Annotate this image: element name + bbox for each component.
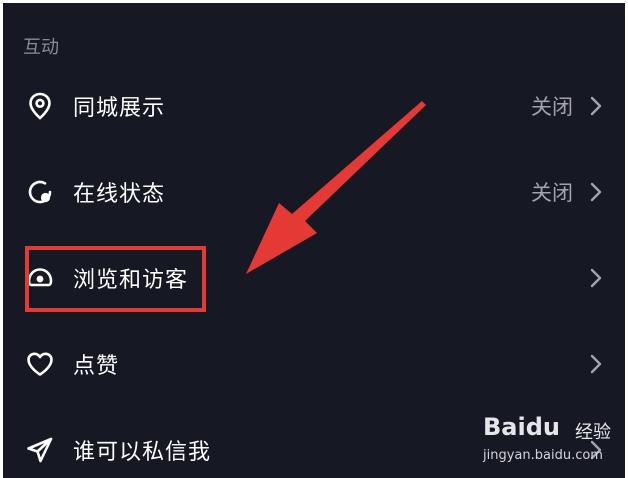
privacy-settings-panel: 互动 同城展示 关闭 在线状态 关闭 浏览和访客 点赞 谁可以私信我 Baidu… (3, 3, 625, 478)
watermark-brand: 经验 (575, 422, 611, 443)
heart-icon (27, 352, 53, 376)
baidu-jingyan-watermark: Baidu 经验 jingyan.baidu.com (483, 408, 623, 478)
chevron-right-icon (590, 182, 602, 202)
chevron-right-icon (590, 268, 602, 288)
section-title: 互动 (23, 37, 59, 58)
setting-row-online-status[interactable]: 在线状态 关闭 (3, 149, 625, 235)
watermark-logo: Baidu (483, 413, 560, 441)
send-icon (27, 437, 53, 463)
chevron-right-icon (590, 96, 602, 116)
watermark-url: jingyan.baidu.com (483, 448, 603, 463)
chevron-right-icon (590, 354, 602, 374)
setting-label: 在线状态 (73, 182, 166, 207)
location-pin-icon (29, 92, 51, 120)
setting-value: 关闭 (531, 95, 573, 119)
setting-row-likes[interactable]: 点赞 (3, 321, 625, 407)
setting-label: 点赞 (73, 354, 120, 379)
setting-value: 关闭 (531, 181, 573, 205)
highlight-box (25, 246, 206, 312)
online-status-icon (28, 180, 52, 204)
setting-label: 谁可以私信我 (73, 440, 212, 465)
setting-label: 同城展示 (73, 96, 166, 121)
setting-row-city-display[interactable]: 同城展示 关闭 (3, 63, 625, 149)
